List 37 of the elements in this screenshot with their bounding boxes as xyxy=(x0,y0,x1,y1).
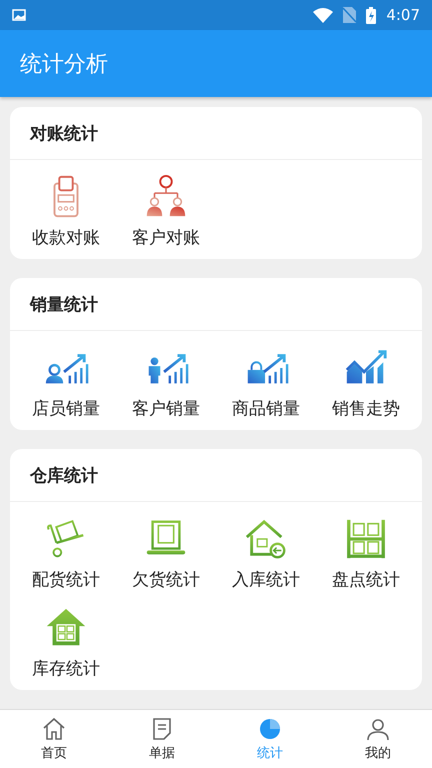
menu-tile[interactable]: 收款对账 xyxy=(16,174,116,249)
image-notification-icon xyxy=(12,9,26,21)
menu-tile[interactable]: 欠货统计 xyxy=(116,516,216,591)
tile-label: 客户销量 xyxy=(132,398,200,420)
section-title: 销量统计 xyxy=(30,294,98,316)
tile-label: 客户对账 xyxy=(132,227,200,249)
tile-label: 欠货统计 xyxy=(132,569,200,591)
menu-tile[interactable]: 库存统计 xyxy=(16,605,116,680)
person-icon xyxy=(365,716,391,742)
menu-tile[interactable]: 配货统计 xyxy=(16,516,116,591)
menu-tile[interactable]: 盘点统计 xyxy=(316,516,416,591)
wifi-icon xyxy=(313,8,334,22)
section-title: 仓库统计 xyxy=(30,464,98,486)
tile-label: 库存统计 xyxy=(32,658,100,680)
page-title: 统计分析 xyxy=(20,50,108,78)
nav-tab[interactable]: 单据 xyxy=(108,710,216,768)
tile-label: 收款对账 xyxy=(32,227,100,249)
menu-tile[interactable]: 客户对账 xyxy=(116,174,216,249)
menu-tile[interactable]: 商品销量 xyxy=(216,345,316,420)
menu-tile[interactable]: 客户销量 xyxy=(116,345,216,420)
tile-label: 入库统计 xyxy=(232,569,300,591)
home-icon xyxy=(41,716,67,742)
chart-circle-icon xyxy=(257,716,283,742)
tile-label: 商品销量 xyxy=(232,398,300,420)
battery-charging-icon xyxy=(366,6,376,24)
tile-label: 销售走势 xyxy=(332,398,400,420)
menu-tile[interactable]: 店员销量 xyxy=(16,345,116,420)
tile-label: 配货统计 xyxy=(32,569,100,591)
menu-tile[interactable]: 销售走势 xyxy=(316,345,416,420)
section-title: 对账统计 xyxy=(30,122,98,144)
tile-label: 盘点统计 xyxy=(332,569,400,591)
tile-label: 店员销量 xyxy=(32,398,100,420)
nav-tab[interactable]: 我的 xyxy=(324,710,432,768)
menu-tile[interactable]: 入库统计 xyxy=(216,516,316,591)
no-sim-icon xyxy=(343,7,356,23)
status-time: 4:07 xyxy=(386,6,420,24)
nav-tab[interactable]: 首页 xyxy=(0,710,108,768)
